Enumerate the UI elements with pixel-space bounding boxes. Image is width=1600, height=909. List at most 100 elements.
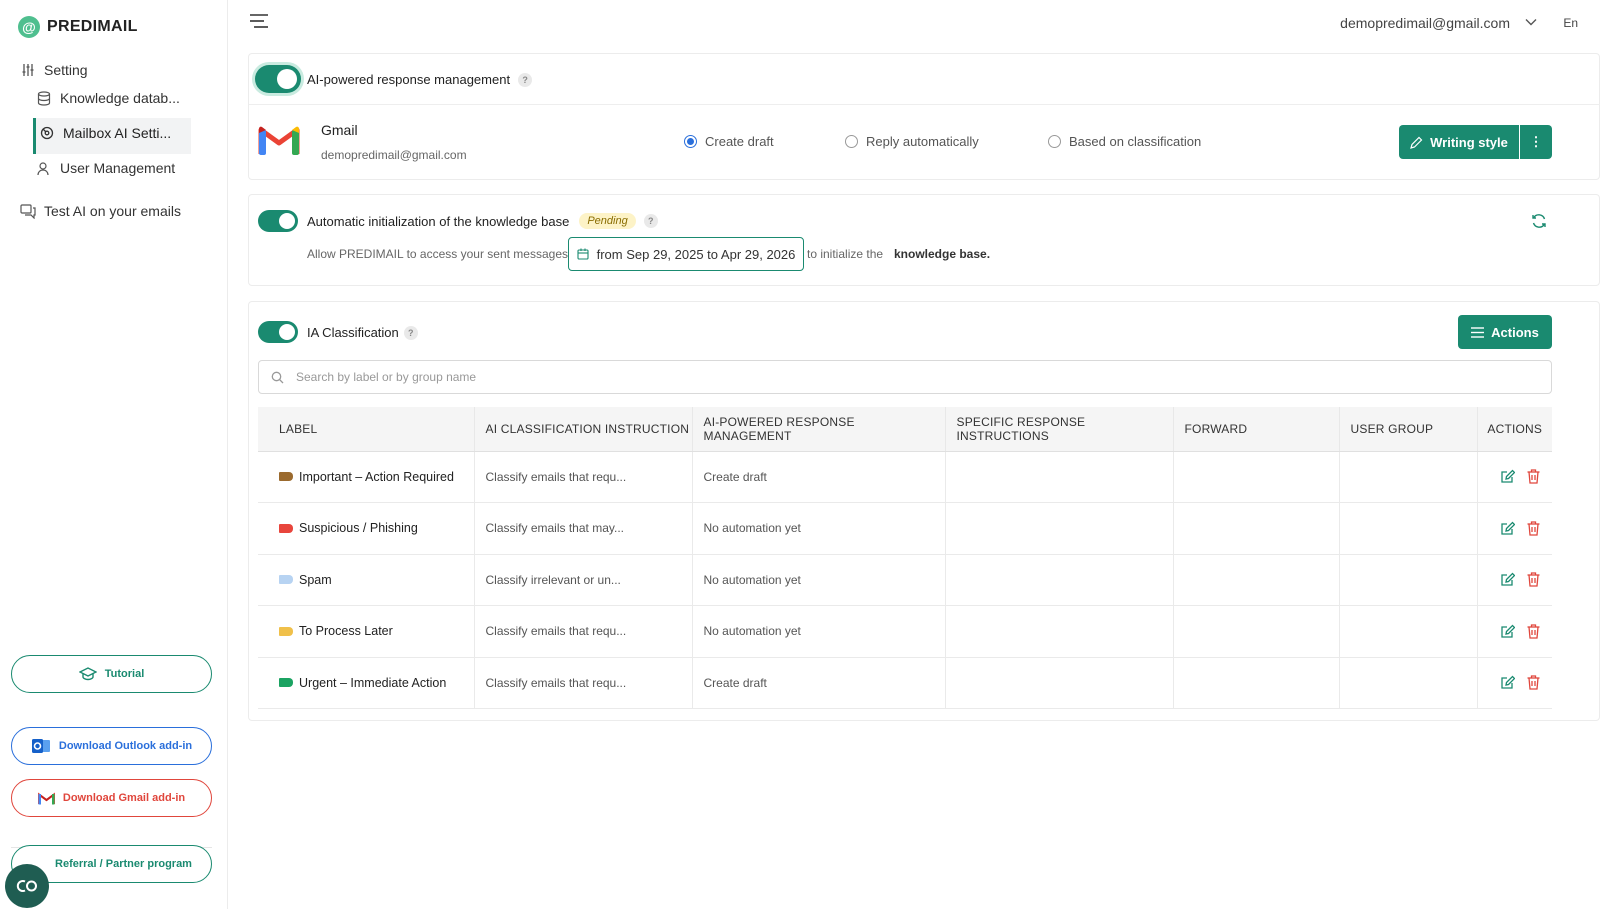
radio-reply-automatically[interactable]: Reply automatically xyxy=(845,134,979,149)
column-header-user-group[interactable]: USER GROUP xyxy=(1339,407,1478,452)
column-header-response[interactable]: AI-POWERED RESPONSE MANAGEMENT xyxy=(692,407,946,452)
classification-toggle[interactable] xyxy=(258,321,298,343)
writing-style-button[interactable]: Writing style xyxy=(1399,125,1519,159)
table-row: Spam Classify irrelevant or un... No autom… xyxy=(258,554,1552,606)
user-group-cell xyxy=(1339,657,1478,709)
user-group-cell xyxy=(1339,554,1478,606)
knowledge-init-text: Allow PREDIMAIL to access your sent mess… xyxy=(307,247,568,261)
sliders-icon xyxy=(20,62,36,78)
tutorial-label: Tutorial xyxy=(104,668,145,680)
response-management-label: AI-powered response management xyxy=(307,72,511,87)
label-text: Important – Action Required xyxy=(299,469,454,484)
column-header-label[interactable]: LABEL xyxy=(258,407,475,452)
label-text: Urgent – Immediate Action xyxy=(299,675,447,690)
delete-icon[interactable] xyxy=(1527,521,1540,536)
search-input[interactable] xyxy=(296,370,1551,384)
actions-button[interactable]: Actions xyxy=(1458,315,1552,349)
instruction-cell: Classify emails that requ... xyxy=(474,451,693,503)
sidebar-item-setting[interactable]: Setting xyxy=(20,62,88,78)
label-tag: Urgent – Immediate Action xyxy=(279,676,446,690)
help-icon[interactable]: ? xyxy=(643,214,658,228)
knowledge-init-toggle[interactable] xyxy=(258,210,298,232)
sidebar-item-mailbox-ai-settings[interactable]: Mailbox AI Setti... xyxy=(39,125,171,141)
radio-dot xyxy=(1048,135,1061,148)
edit-icon[interactable] xyxy=(1500,675,1516,690)
chatbot-icon xyxy=(15,878,39,894)
radio-based-on-classification[interactable]: Based on classification xyxy=(1048,134,1201,149)
sidebar-item-label: Knowledge datab... xyxy=(60,90,180,106)
label-cell: To Process Later xyxy=(258,605,475,658)
label-search-box xyxy=(258,360,1552,394)
date-range-picker[interactable]: from Sep 29, 2025 to Apr 29, 2026 xyxy=(568,237,804,271)
tutorial-button[interactable]: Tutorial xyxy=(11,655,212,693)
delete-icon[interactable] xyxy=(1527,572,1540,587)
edit-icon[interactable] xyxy=(1500,572,1516,587)
table-row: Important – Action Required Classify emai… xyxy=(258,451,1552,503)
download-gmail-button[interactable]: Download Gmail add-in xyxy=(11,779,212,817)
edit-icon[interactable] xyxy=(1500,521,1516,536)
edit-icon[interactable] xyxy=(1500,469,1516,484)
column-header-specific[interactable]: SPECIFIC RESPONSE INSTRUCTIONS xyxy=(945,407,1174,452)
sidebar-item-label: Setting xyxy=(44,62,88,78)
label-text: Suspicious / Phishing xyxy=(299,521,418,535)
delete-icon[interactable] xyxy=(1527,469,1540,484)
card-divider xyxy=(249,104,1600,105)
date-range-label: from Sep 29, 2025 to Apr 29, 2026 xyxy=(596,246,796,262)
sidebar-item-user-management[interactable]: User Management xyxy=(36,160,175,176)
radio-label: Create draft xyxy=(705,134,774,149)
download-outlook-button[interactable]: Download Outlook add-in xyxy=(11,727,212,765)
language-selector[interactable]: En xyxy=(1563,16,1578,30)
instruction-cell: Classify emails that requ... xyxy=(474,657,693,709)
calendar-icon xyxy=(577,248,589,260)
response-cell: No automation yet xyxy=(692,605,946,658)
edit-icon[interactable] xyxy=(1500,624,1516,639)
app-logo[interactable]: @ PREDIMAIL xyxy=(18,16,138,38)
radio-dot xyxy=(684,135,697,148)
actions-cell xyxy=(1477,657,1552,709)
label-tag: To Process Later xyxy=(279,624,393,638)
label-tag: Important – Action Required xyxy=(279,470,454,484)
chevron-down-icon[interactable] xyxy=(1525,16,1537,31)
sidebar-item-test-ai[interactable]: Test AI on your emails xyxy=(20,203,181,219)
more-options-button[interactable]: ⋮ xyxy=(1520,125,1552,159)
provider-email: demopredimail@gmail.com xyxy=(321,148,467,162)
response-cell: Create draft xyxy=(692,451,946,503)
user-account-menu[interactable]: demopredimail@gmail.com xyxy=(1340,15,1510,31)
refresh-icon[interactable] xyxy=(1531,213,1547,232)
table-row: Urgent – Immediate Action Classify emails… xyxy=(258,657,1552,709)
label-cell: Urgent – Immediate Action xyxy=(258,657,475,709)
knowledge-base-link: knowledge base. xyxy=(894,247,991,261)
specific-cell xyxy=(945,554,1174,606)
table-row: Suspicious / Phishing Classify emails tha… xyxy=(258,502,1552,555)
provider-name: Gmail xyxy=(321,122,358,138)
delete-icon[interactable] xyxy=(1527,675,1540,690)
delete-icon[interactable] xyxy=(1527,624,1540,639)
actions-cell xyxy=(1477,502,1552,555)
forward-cell xyxy=(1173,451,1340,503)
radio-label: Reply automatically xyxy=(866,134,979,149)
forward-cell xyxy=(1173,554,1340,606)
chat-icon xyxy=(20,203,36,219)
knowledge-init-text-after: to initialize the xyxy=(807,247,884,261)
column-header-forward[interactable]: FORWARD xyxy=(1173,407,1340,452)
chat-widget-button[interactable] xyxy=(5,864,49,908)
outlook-icon xyxy=(31,737,51,755)
tag-icon xyxy=(279,472,293,481)
specific-cell xyxy=(945,657,1174,709)
search-icon xyxy=(271,371,284,384)
label-cell: Important – Action Required xyxy=(258,451,475,503)
help-icon[interactable]: ? xyxy=(403,325,418,340)
response-management-toggle[interactable] xyxy=(255,65,301,93)
classification-table: LABEL AI CLASSIFICATION INSTRUCTION AI-P… xyxy=(258,407,1552,709)
gmail-logo-icon xyxy=(258,124,300,159)
sidebar-item-knowledge[interactable]: Knowledge datab... xyxy=(36,90,180,106)
radio-dot xyxy=(845,135,858,148)
radio-create-draft[interactable]: Create draft xyxy=(684,134,774,149)
sidebar-item-label: Test AI on your emails xyxy=(44,203,181,219)
menu-toggle-icon[interactable] xyxy=(250,14,268,31)
label-cell: Suspicious / Phishing xyxy=(258,502,475,555)
column-header-instruction[interactable]: AI CLASSIFICATION INSTRUCTION xyxy=(474,407,693,452)
help-icon[interactable]: ? xyxy=(518,72,533,87)
response-cell: Create draft xyxy=(692,657,946,709)
pencil-icon xyxy=(1410,136,1423,149)
